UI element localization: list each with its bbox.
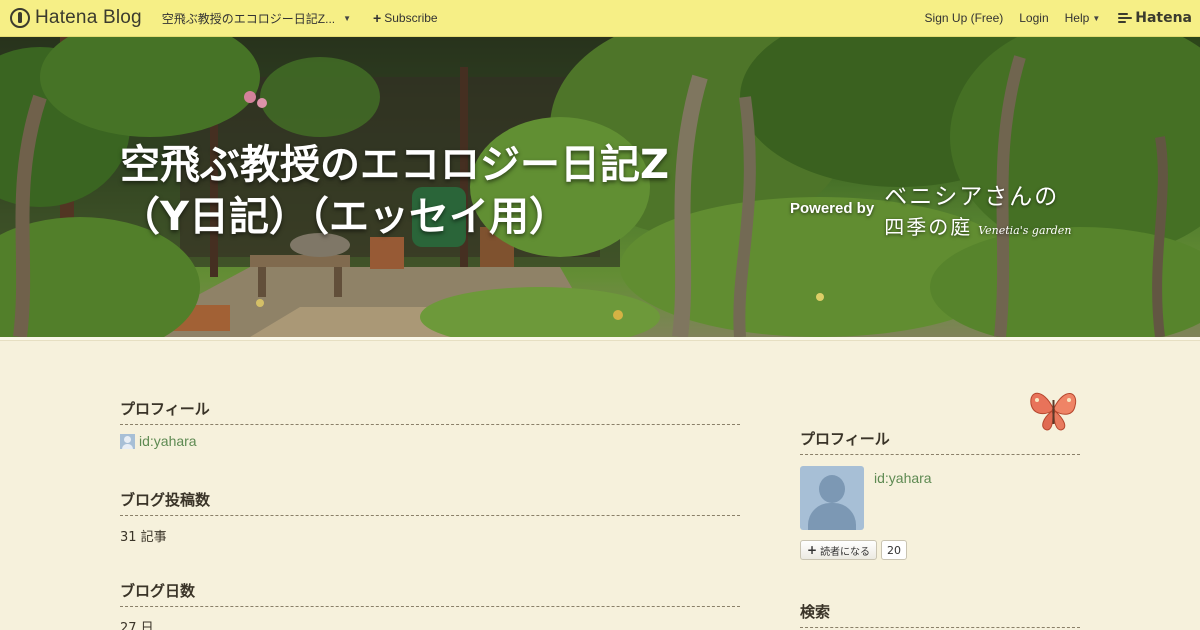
blog-title[interactable]: 空飛ぶ教授のエコロジー日記Z （Y日記）（エッセイ用） bbox=[120, 139, 720, 243]
post-count-value: 31 記事 bbox=[120, 530, 167, 545]
hatena-blog-logo[interactable]: Hatena Blog bbox=[10, 0, 142, 37]
profile-id-text: id:yahara bbox=[139, 433, 197, 449]
theme-name-line2-text: 四季の庭 bbox=[884, 215, 973, 239]
subscriber-count-badge[interactable]: 20 bbox=[881, 540, 907, 560]
user-avatar-icon bbox=[120, 433, 135, 449]
help-menu[interactable]: Help ▼ bbox=[1065, 11, 1101, 25]
post-count-title: ブログ投稿数 bbox=[120, 489, 740, 516]
global-header: Hatena Blog 空飛ぶ教授のエコロジー日記Z... ▼ + Subscr… bbox=[0, 0, 1200, 37]
caret-down-icon: ▼ bbox=[343, 13, 352, 23]
hatena-blog-logo-icon bbox=[10, 8, 30, 28]
hatena-brand-link[interactable]: Hatena bbox=[1118, 10, 1192, 26]
plus-icon: + bbox=[373, 10, 382, 26]
subscribe-label: Subscribe bbox=[384, 11, 438, 25]
plus-icon: + bbox=[807, 543, 818, 557]
profile-id-link[interactable]: id:yahara bbox=[120, 433, 740, 449]
profile-avatar[interactable] bbox=[800, 466, 864, 530]
theme-credit: Powered by ベニシアさんの 四季の庭 Venetia's garden bbox=[790, 177, 1071, 240]
sidebar-profile-id-link[interactable]: id:yahara bbox=[874, 468, 932, 487]
subscribe-link[interactable]: + Subscribe bbox=[373, 10, 438, 26]
help-label: Help bbox=[1064, 11, 1090, 25]
header-divider bbox=[0, 337, 1200, 341]
theme-script-text: Venetia's garden bbox=[978, 224, 1072, 237]
blog-days-title: ブログ日数 bbox=[120, 580, 740, 607]
theme-name-line2: 四季の庭 Venetia's garden bbox=[884, 211, 1071, 240]
subscribe-button[interactable]: + 読者になる bbox=[800, 540, 878, 560]
subscribe-button-label: 読者になる bbox=[820, 546, 871, 558]
butterfly-icon bbox=[1030, 392, 1077, 431]
sidebar-profile-module: プロフィール id:yahara + 読者になる 20 bbox=[800, 428, 1080, 560]
blog-days-value: 27 日 bbox=[120, 621, 154, 630]
sidebar-search-title: 検索 bbox=[800, 601, 1080, 628]
blog-selector-label: 空飛ぶ教授のエコロジー日記Z... bbox=[161, 11, 336, 26]
powered-by-label: Powered by bbox=[790, 200, 875, 217]
hatena-brand-label: Hatena bbox=[1135, 10, 1192, 26]
blog-days-section: ブログ日数 27 日 bbox=[120, 580, 740, 630]
theme-name: ベニシアさんの 四季の庭 Venetia's garden bbox=[884, 177, 1071, 240]
sidebar-profile-id-text: id:yahara bbox=[874, 470, 932, 486]
blog-header-image: 空飛ぶ教授のエコロジー日記Z （Y日記）（エッセイ用） Powered by ベ… bbox=[0, 37, 1200, 337]
theme-name-line1: ベニシアさんの bbox=[884, 184, 1060, 210]
hatena-blog-logo-text: Hatena Blog bbox=[35, 7, 142, 28]
sidebar-profile-title: プロフィール bbox=[800, 428, 1080, 455]
profile-section-title: プロフィール bbox=[120, 398, 740, 425]
profile-section: プロフィール id:yahara bbox=[120, 398, 740, 449]
sidebar-search-module: 検索 bbox=[800, 601, 1080, 628]
topbar-right: Sign Up (Free) Login Help ▼ Hatena bbox=[909, 0, 1200, 37]
post-count-section: ブログ投稿数 31 記事 bbox=[120, 489, 740, 545]
caret-down-icon: ▼ bbox=[1092, 13, 1101, 23]
signup-link[interactable]: Sign Up (Free) bbox=[925, 11, 1004, 25]
blog-selector[interactable]: 空飛ぶ教授のエコロジー日記Z... ▼ bbox=[162, 10, 351, 27]
hatena-brand-icon bbox=[1118, 13, 1133, 23]
page-content: プロフィール id:yahara ブログ投稿数 31 記事 ブログ日数 27 日… bbox=[0, 342, 1200, 630]
login-link[interactable]: Login bbox=[1019, 11, 1048, 25]
